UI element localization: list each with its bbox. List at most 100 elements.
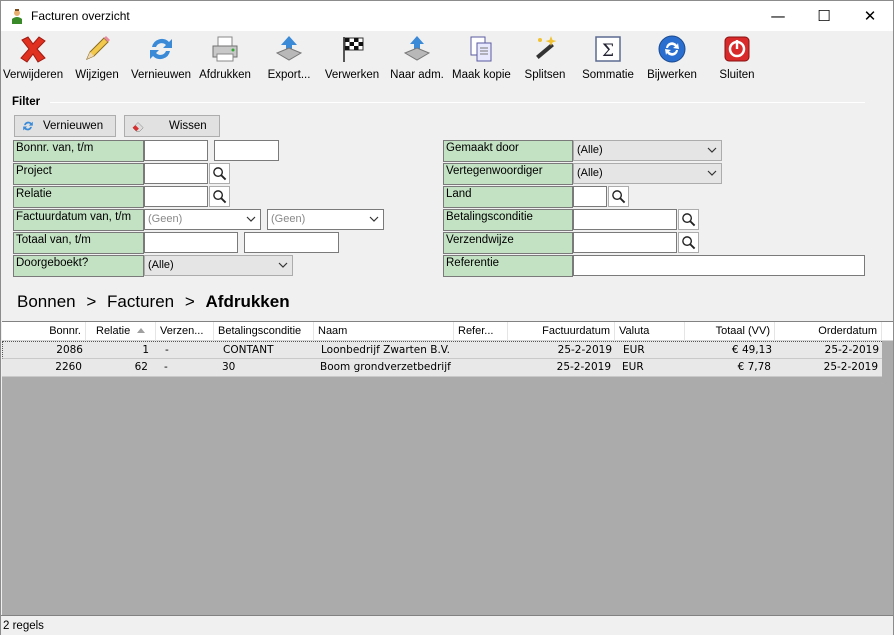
project-search-button[interactable]	[209, 163, 230, 184]
toolbar-button-verwijderen[interactable]: Verwijderen	[3, 33, 63, 87]
toolbar-label: Verwerken	[324, 69, 380, 81]
relatie-label: Relatie	[13, 186, 144, 208]
toolbar-label: Sommatie	[582, 69, 634, 81]
column-header-betalingsconditie[interactable]: Betalingsconditie	[214, 322, 314, 341]
toolbar-button-sommatie[interactable]: Σ Sommatie	[581, 33, 635, 87]
land-label: Land	[443, 186, 573, 208]
column-header-factuurdatum[interactable]: Factuurdatum	[508, 322, 615, 341]
close-window-button[interactable]: ✕	[847, 1, 893, 31]
filter-refresh-button[interactable]: Vernieuwen	[14, 115, 116, 137]
search-icon	[213, 167, 227, 181]
column-header-relatie[interactable]: Relatie	[86, 322, 156, 341]
relatie-input[interactable]	[144, 186, 208, 207]
breadcrumb-item-facturen[interactable]: Facturen	[107, 292, 174, 311]
cell-valuta: EUR	[623, 344, 645, 356]
filter-clear-button[interactable]: Wissen	[124, 115, 220, 137]
invoice-table: Bonnr. Relatie Verzen... Betalingscondit…	[2, 321, 893, 616]
breadcrumb-item-bonnen[interactable]: Bonnen	[17, 292, 76, 311]
sigma-icon: Σ	[595, 36, 621, 62]
toolbar-label: Export...	[267, 69, 311, 81]
window-title: Facturen overzicht	[31, 9, 130, 23]
toolbar: Verwijderen Wijzigen Vernieuwen Afdrukke…	[1, 31, 893, 89]
gemaakt-door-select[interactable]: (Alle)	[573, 140, 722, 161]
betalingsconditie-label: Betalingsconditie	[443, 209, 573, 231]
column-header-valuta[interactable]: Valuta	[615, 322, 685, 341]
toolbar-label: Wijzigen	[75, 69, 119, 81]
totaal-from-input[interactable]	[144, 232, 238, 253]
column-header-orderdatum[interactable]: Orderdatum	[775, 322, 882, 341]
cell-orderdatum: 25-2-2019	[823, 361, 878, 373]
toolbar-button-verwerken[interactable]: Verwerken	[323, 33, 381, 87]
refresh-icon	[150, 38, 172, 60]
toolbar-button-maak-kopie[interactable]: Maak kopie	[452, 33, 511, 87]
maximize-icon: ☐	[817, 7, 831, 25]
verzendwijze-input[interactable]	[573, 232, 677, 253]
land-search-button[interactable]	[608, 186, 629, 207]
toolbar-button-afdrukken[interactable]: Afdrukken	[197, 33, 253, 87]
filter-divider	[50, 102, 865, 103]
cell-betalingsconditie: CONTANT	[223, 344, 274, 356]
search-icon	[682, 213, 696, 227]
bonnr-to-input[interactable]	[214, 140, 279, 161]
cell-totaal: € 49,13	[731, 344, 772, 356]
gemaakt-door-value: (Alle)	[577, 144, 603, 156]
copy-icon	[470, 36, 492, 62]
referentie-input[interactable]	[573, 255, 865, 276]
factuurdatum-label: Factuurdatum van, t/m	[13, 209, 144, 231]
betalingsconditie-input[interactable]	[573, 209, 677, 230]
cell-totaal: € 7,78	[737, 361, 771, 373]
toolbar-button-wijzigen[interactable]: Wijzigen	[71, 33, 123, 87]
title-bar: Facturen overzicht — ☐ ✕	[1, 1, 893, 31]
betalingsconditie-search-button[interactable]	[678, 209, 699, 230]
search-icon	[682, 236, 696, 250]
vertegenwoordiger-label: Vertegenwoordiger	[443, 163, 573, 185]
doorgeboekt-select[interactable]: (Alle)	[144, 255, 293, 276]
cell-naam: Loonbedrijf Zwarten B.V.	[321, 344, 450, 356]
cell-valuta: EUR	[622, 361, 644, 373]
pencil-icon	[86, 36, 110, 60]
vertegenwoordiger-select[interactable]: (Alle)	[573, 163, 722, 184]
minimize-button[interactable]: —	[755, 1, 801, 31]
relatie-search-button[interactable]	[209, 186, 230, 207]
status-bar: 2 regels	[1, 615, 893, 635]
column-header-totaal[interactable]: Totaal (VV)	[685, 322, 775, 341]
svg-text:Σ: Σ	[602, 41, 614, 61]
bonnr-label: Bonnr. van, t/m	[13, 140, 144, 162]
doorgeboekt-label: Doorgeboekt?	[13, 255, 144, 277]
cell-factuurdatum: 25-2-2019	[556, 361, 611, 373]
to-admin-icon	[403, 36, 431, 61]
sort-ascending-icon	[137, 328, 146, 333]
table-row[interactable]: 2260 62 - 30 Boom grondverzetbedrijf 25-…	[2, 359, 882, 377]
project-input[interactable]	[144, 163, 208, 184]
cell-referentie	[454, 359, 508, 377]
close-icon: ✕	[863, 7, 877, 25]
toolbar-button-vernieuwen[interactable]: Vernieuwen	[129, 33, 193, 87]
cell-betalingsconditie: 30	[222, 361, 236, 373]
toolbar-button-export[interactable]: Export...	[261, 33, 317, 87]
app-person-icon	[12, 9, 22, 24]
table-row[interactable]: 2086 1 - CONTANT Loonbedrijf Zwarten B.V…	[2, 341, 882, 359]
project-label: Project	[13, 163, 144, 185]
totaal-label: Totaal van, t/m	[13, 232, 144, 254]
checkered-flag-icon	[343, 37, 364, 62]
factuurdatum-from-select[interactable]: (Geen)	[144, 209, 261, 230]
toolbar-button-splitsen[interactable]: Splitsen	[521, 33, 569, 87]
column-header-referentie[interactable]: Refer...	[454, 322, 508, 341]
verzendwijze-search-button[interactable]	[678, 232, 699, 253]
cell-relatie: 1	[142, 344, 149, 356]
land-input[interactable]	[573, 186, 607, 207]
toolbar-button-naar-adm[interactable]: Naar adm.	[387, 33, 447, 87]
search-icon	[213, 190, 227, 204]
bonnr-from-input[interactable]	[144, 140, 208, 161]
totaal-to-input[interactable]	[244, 232, 339, 253]
toolbar-button-sluiten[interactable]: Sluiten	[715, 33, 759, 87]
breadcrumb-current: Afdrukken	[205, 292, 290, 311]
printer-icon	[212, 36, 238, 62]
column-header-naam[interactable]: Naam	[314, 322, 454, 341]
cell-relatie: 62	[134, 361, 148, 373]
column-header-bonnr[interactable]: Bonnr.	[2, 322, 86, 341]
factuurdatum-to-select[interactable]: (Geen)	[267, 209, 384, 230]
column-header-verzendwijze[interactable]: Verzen...	[156, 322, 214, 341]
maximize-button[interactable]: ☐	[801, 1, 847, 31]
toolbar-button-bijwerken[interactable]: Bijwerken	[645, 33, 699, 87]
